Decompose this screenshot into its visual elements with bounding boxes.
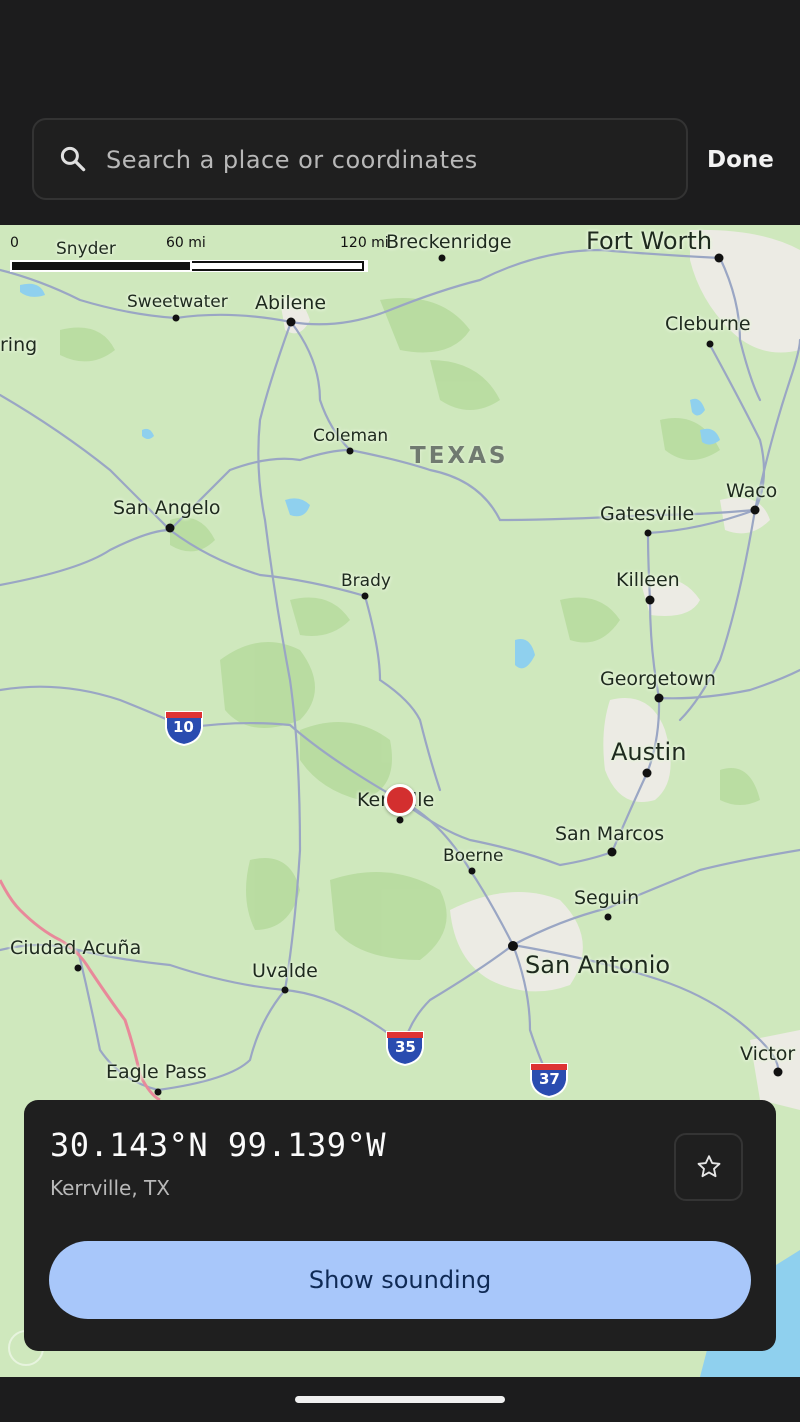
favorite-button[interactable] [674, 1133, 743, 1201]
show-sounding-button[interactable]: Show sounding [49, 1241, 751, 1319]
place-eagle-pass: Eagle Pass [106, 1061, 207, 1083]
place-gatesville: Gatesville [600, 503, 695, 525]
state-label: TEXAS [410, 443, 509, 469]
home-indicator[interactable] [295, 1396, 505, 1403]
place-killeen: Killeen [616, 569, 680, 591]
place-san-angelo: San Angelo [113, 497, 221, 519]
search-input[interactable] [106, 142, 666, 178]
place-austin: Austin [611, 738, 687, 766]
place-seguin: Seguin [574, 887, 640, 909]
highway-i35-label: 35 [395, 1038, 416, 1056]
place-fort-worth: Fort Worth [586, 227, 713, 255]
place-abilene: Abilene [255, 292, 327, 314]
place-uvalde: Uvalde [252, 960, 318, 982]
place-ciudad-acuna: Ciudad Acuña [10, 937, 142, 959]
done-button[interactable]: Done [700, 140, 780, 180]
scale-zero-label: 0 [10, 235, 19, 251]
place-georgetown: Georgetown [600, 668, 716, 690]
location-pin[interactable] [384, 784, 416, 816]
place-san-antonio: San Antonio [525, 951, 671, 979]
star-outline-icon [697, 1155, 720, 1178]
highway-i10-label: 10 [173, 718, 194, 736]
place-spring: ring [0, 334, 38, 356]
place-sweetwater: Sweetwater [127, 292, 228, 312]
highway-i37-label: 37 [539, 1070, 560, 1088]
place-name: Kerrville, TX [50, 1176, 170, 1200]
search-icon [60, 146, 86, 172]
scale-max-label: 120 mi [340, 235, 389, 251]
scale-mid-label: 60 mi [166, 235, 206, 251]
place-snyder: Snyder [56, 239, 116, 259]
scale-bar-segment-right [192, 261, 364, 271]
place-waco: Waco [726, 480, 778, 502]
coordinates-text: 30.143°N 99.139°W [50, 1126, 387, 1164]
place-cleburne: Cleburne [665, 313, 751, 335]
place-victoria: Victor [740, 1043, 796, 1065]
place-san-marcos: San Marcos [555, 823, 665, 845]
place-boerne: Boerne [443, 846, 504, 866]
place-brady: Brady [341, 571, 391, 591]
place-breckenridge: Breckenridge [386, 231, 512, 253]
scale-bar-segment [12, 262, 190, 270]
place-coleman: Coleman [313, 426, 389, 446]
